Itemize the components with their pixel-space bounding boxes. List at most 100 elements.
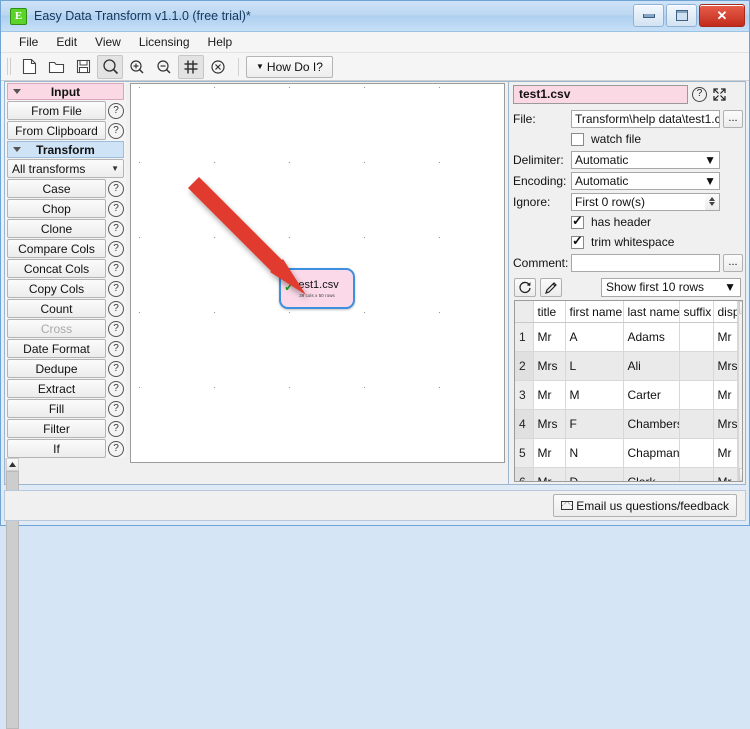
- help-icon[interactable]: ?: [108, 201, 124, 217]
- canvas-viewport[interactable]: ✓ test1.csv 39 cols x 50 rows: [130, 83, 505, 463]
- open-folder-button[interactable]: [43, 55, 69, 79]
- transform-copy-cols-button[interactable]: Copy Cols: [7, 279, 106, 298]
- table-row[interactable]: 6 Mr D Clark Mr: [515, 468, 737, 483]
- cell-last-name[interactable]: Adams: [623, 323, 679, 352]
- cell-title[interactable]: Mrs: [533, 410, 565, 439]
- close-button[interactable]: ✕: [699, 4, 745, 27]
- scroll-down-arrow-icon[interactable]: [739, 468, 744, 481]
- save-button[interactable]: [70, 55, 96, 79]
- cell-disp[interactable]: Mr: [713, 468, 737, 483]
- cell-first-name[interactable]: D: [565, 468, 623, 483]
- help-icon[interactable]: ?: [108, 361, 124, 377]
- cell-title[interactable]: Mr: [533, 323, 565, 352]
- col-header-suffix[interactable]: suffix: [679, 301, 713, 323]
- has-header-checkbox[interactable]: [571, 216, 584, 229]
- grid-toggle-button[interactable]: [178, 55, 204, 79]
- how-do-i-button[interactable]: ▼ How Do I?: [246, 56, 333, 78]
- zoom-in-button[interactable]: [124, 55, 150, 79]
- transform-filter-combo[interactable]: All transforms ▼: [7, 159, 124, 178]
- cell-suffix[interactable]: [679, 468, 713, 483]
- minimize-button[interactable]: [633, 4, 664, 27]
- transform-case-button[interactable]: Case: [7, 179, 106, 198]
- menu-licensing[interactable]: Licensing: [131, 33, 198, 51]
- cell-suffix[interactable]: [679, 410, 713, 439]
- from-file-button[interactable]: From File: [7, 101, 106, 120]
- cell-first-name[interactable]: N: [565, 439, 623, 468]
- help-icon[interactable]: ?: [108, 441, 124, 457]
- new-file-button[interactable]: [16, 55, 42, 79]
- help-icon[interactable]: ?: [108, 421, 124, 437]
- panel-help-button[interactable]: ?: [691, 86, 708, 103]
- help-icon[interactable]: ?: [108, 221, 124, 237]
- menu-help[interactable]: Help: [200, 33, 241, 51]
- cell-title[interactable]: Mrs: [533, 352, 565, 381]
- maximize-button[interactable]: [666, 4, 697, 27]
- trim-whitespace-checkbox[interactable]: [571, 236, 584, 249]
- table-row[interactable]: 4 Mrs F Chambers Mrs: [515, 410, 737, 439]
- cell-suffix[interactable]: [679, 323, 713, 352]
- col-header-first-name[interactable]: first name: [565, 301, 623, 323]
- transform-compare-cols-button[interactable]: Compare Cols: [7, 239, 106, 258]
- cell-disp[interactable]: Mr: [713, 439, 737, 468]
- zoom-out-button[interactable]: [151, 55, 177, 79]
- section-header-transform[interactable]: Transform: [7, 141, 124, 158]
- transform-concat-cols-button[interactable]: Concat Cols: [7, 259, 106, 278]
- scroll-up-arrow-icon[interactable]: [6, 458, 19, 471]
- delimiter-select[interactable]: Automatic ▼: [571, 151, 720, 169]
- menu-file[interactable]: File: [11, 33, 46, 51]
- show-rows-select[interactable]: Show first 10 rows ▼: [601, 278, 741, 297]
- cell-last-name[interactable]: Clark: [623, 468, 679, 483]
- section-header-input[interactable]: Input: [7, 83, 124, 100]
- ignore-rows-input[interactable]: First 0 row(s): [571, 193, 706, 211]
- encoding-select[interactable]: Automatic ▼: [571, 172, 720, 190]
- toolbar-grip[interactable]: [7, 58, 12, 75]
- transform-if-button[interactable]: If: [7, 439, 106, 458]
- file-path-input[interactable]: Transform\help data\test1.csv: [571, 110, 720, 128]
- cell-last-name[interactable]: Carter: [623, 381, 679, 410]
- close-circle-button[interactable]: [205, 55, 231, 79]
- cell-disp[interactable]: Mr: [713, 381, 737, 410]
- cell-first-name[interactable]: A: [565, 323, 623, 352]
- col-header-disp[interactable]: disp: [713, 301, 737, 323]
- ignore-rows-stepper[interactable]: [705, 193, 720, 211]
- col-header-last-name[interactable]: last name: [623, 301, 679, 323]
- transform-extract-button[interactable]: Extract: [7, 379, 106, 398]
- cell-first-name[interactable]: L: [565, 352, 623, 381]
- help-icon[interactable]: ?: [108, 181, 124, 197]
- cell-title[interactable]: Mr: [533, 381, 565, 410]
- table-row[interactable]: 5 Mr N Chapman Mr: [515, 439, 737, 468]
- table-row[interactable]: 2 Mrs L Ali Mrs: [515, 352, 737, 381]
- help-icon[interactable]: ?: [108, 261, 124, 277]
- help-icon[interactable]: ?: [108, 241, 124, 257]
- transform-fill-button[interactable]: Fill: [7, 399, 106, 418]
- menu-edit[interactable]: Edit: [48, 33, 85, 51]
- transform-chop-button[interactable]: Chop: [7, 199, 106, 218]
- data-preview-table[interactable]: title first name last name suffix disp 1…: [514, 300, 743, 482]
- zoom-fit-button[interactable]: [97, 55, 123, 79]
- cell-suffix[interactable]: [679, 381, 713, 410]
- tab-test1-csv[interactable]: test1.csv: [513, 85, 688, 104]
- comment-browse-button[interactable]: ...: [723, 254, 743, 272]
- email-feedback-button[interactable]: Email us questions/feedback: [553, 494, 737, 517]
- transform-clone-button[interactable]: Clone: [7, 219, 106, 238]
- help-icon[interactable]: ?: [108, 123, 124, 139]
- transform-dedupe-button[interactable]: Dedupe: [7, 359, 106, 378]
- help-icon[interactable]: ?: [108, 381, 124, 397]
- help-icon[interactable]: ?: [108, 341, 124, 357]
- cell-disp[interactable]: Mrs: [713, 352, 737, 381]
- cell-last-name[interactable]: Ali: [623, 352, 679, 381]
- cell-suffix[interactable]: [679, 439, 713, 468]
- cell-disp[interactable]: Mr: [713, 323, 737, 352]
- edit-button[interactable]: [540, 278, 562, 297]
- help-icon[interactable]: ?: [108, 103, 124, 119]
- table-scrollbar[interactable]: [738, 301, 744, 481]
- canvas-grid[interactable]: ✓ test1.csv 39 cols x 50 rows: [131, 84, 504, 462]
- file-browse-button[interactable]: ...: [723, 110, 743, 128]
- scroll-up-arrow-icon[interactable]: [739, 301, 744, 314]
- help-icon[interactable]: ?: [108, 301, 124, 317]
- refresh-button[interactable]: [514, 278, 536, 297]
- transform-filter-button[interactable]: Filter: [7, 419, 106, 438]
- panel-expand-button[interactable]: [711, 86, 728, 103]
- cell-first-name[interactable]: F: [565, 410, 623, 439]
- cell-title[interactable]: Mr: [533, 439, 565, 468]
